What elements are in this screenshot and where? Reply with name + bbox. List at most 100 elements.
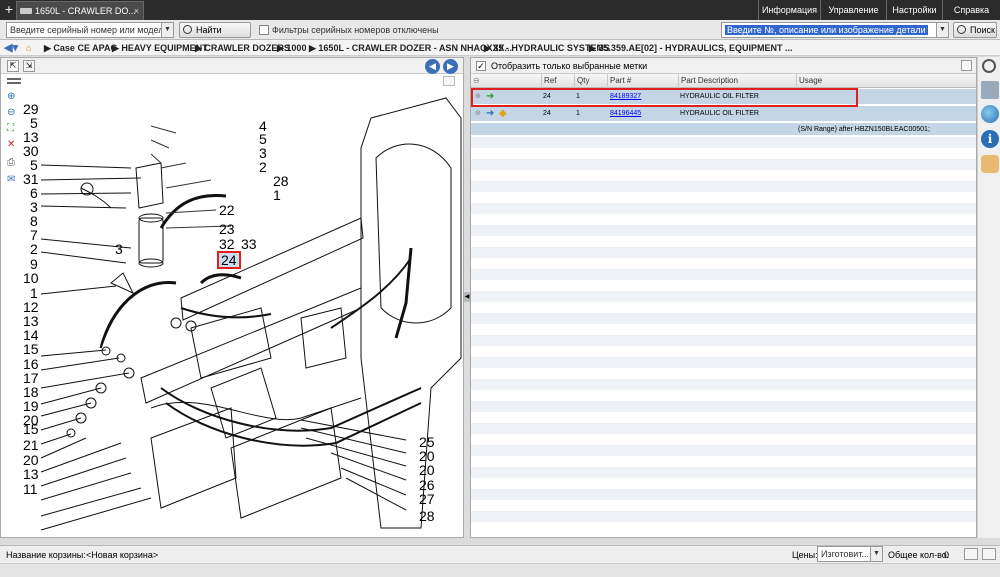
tab-active[interactable]: 1650L - CRAWLER DO... × (16, 1, 144, 20)
info-icon[interactable]: i (981, 130, 999, 148)
serial-model-combo[interactable]: Введите серийный номер или модель ▼ (6, 22, 174, 38)
column-ref[interactable]: Ref (541, 74, 556, 88)
callout[interactable]: 33 (241, 237, 257, 251)
callout[interactable]: 21 (23, 438, 39, 452)
callout[interactable]: 28 (273, 174, 289, 188)
callout[interactable]: 5 (259, 132, 267, 146)
menu-help[interactable]: Справка (942, 0, 1000, 20)
toolbar: Введите серийный номер или модель ▼ Найт… (0, 20, 1000, 49)
serial-input[interactable]: Введите серийный номер или модель (10, 25, 168, 35)
new-tab-button[interactable]: + (2, 1, 16, 17)
document-icon[interactable] (981, 81, 999, 99)
table-row[interactable]: ⊕ ➜ ◆ 24 1 84196445 HYDRAULIC OIL FILTER (471, 106, 976, 122)
column-description[interactable]: Part Description (678, 74, 738, 88)
table-empty-row (471, 335, 976, 346)
menu-settings[interactable]: Настройки (886, 0, 942, 20)
column-part[interactable]: Part # (607, 74, 631, 88)
callout[interactable]: 10 (23, 271, 39, 285)
callout[interactable]: 5 (30, 158, 38, 172)
callout[interactable]: 22 (219, 203, 235, 217)
table-empty-row (471, 522, 976, 533)
globe-icon[interactable] (981, 105, 999, 123)
callout[interactable]: 12 (23, 300, 39, 314)
callout[interactable]: 2 (30, 242, 38, 256)
collapse-icon[interactable]: ⊖ (471, 74, 489, 88)
breadcrumb-item[interactable]: ▶ 1000 (277, 40, 306, 56)
breadcrumb-item[interactable]: ▶ 35.359.AE[02] - HYDRAULICS, EQUIPMENT … (589, 40, 792, 56)
table-empty-row (471, 203, 976, 214)
callout[interactable]: 28 (419, 509, 435, 523)
callout[interactable]: 31 (23, 172, 39, 186)
callout[interactable]: 2 (259, 160, 267, 174)
callout-highlighted[interactable]: 24 (217, 251, 241, 269)
callout[interactable]: 6 (30, 186, 38, 200)
menu-info[interactable]: Информация (758, 0, 820, 20)
part-search-combo[interactable]: Введите №, описание или изображение дета… (721, 22, 949, 38)
callout[interactable]: 15 (23, 342, 39, 356)
close-icon[interactable]: × (134, 2, 139, 20)
callout[interactable]: 18 (23, 385, 39, 399)
callout[interactable]: 13 (23, 130, 39, 144)
breadcrumb-item[interactable]: ▶ 1650L - CRAWLER DOZER - ASN NHACXXX... (309, 40, 512, 56)
search-button[interactable]: Поиск (953, 22, 997, 38)
user-chat-icon[interactable] (981, 155, 999, 173)
callout[interactable]: 20 (23, 453, 39, 467)
selected-only-checkbox[interactable]: ✓ (476, 61, 486, 71)
callout[interactable]: 9 (30, 257, 38, 271)
callout[interactable]: 7 (30, 228, 38, 242)
expand-icon[interactable]: ⊕ (475, 106, 481, 122)
prices-select[interactable]: Изготовит... ▼ (817, 546, 883, 562)
callout[interactable]: 26 (419, 478, 435, 492)
table-empty-row (471, 511, 976, 522)
menu-manage[interactable]: Управление (820, 0, 886, 20)
chevron-down-icon[interactable]: ▼ (870, 547, 882, 561)
callout[interactable]: 20 (419, 463, 435, 477)
callout[interactable]: 5 (30, 116, 38, 130)
chevron-down-icon[interactable]: ▼ (936, 23, 948, 37)
callout[interactable]: 20 (419, 449, 435, 463)
find-model-button[interactable]: Найти модель (179, 22, 251, 49)
total-value: 0 (944, 550, 950, 560)
callout[interactable]: 14 (23, 328, 39, 342)
breadcrumb-item[interactable]: ▶ Case CE APAC (44, 40, 117, 56)
footer: Название корзины: <Новая корзина> Цены: … (0, 545, 1000, 563)
callout[interactable]: 8 (30, 214, 38, 228)
callout[interactable]: 16 (23, 357, 39, 371)
cart-view-icon[interactable] (964, 548, 978, 560)
callout[interactable]: 17 (23, 371, 39, 385)
callout[interactable]: 30 (23, 144, 39, 158)
column-usage[interactable]: Usage (796, 74, 976, 88)
serial-filter-checkbox[interactable] (259, 25, 269, 35)
table-empty-row (471, 236, 976, 247)
row-ref: 24 (543, 110, 551, 117)
callout[interactable]: 25 (419, 435, 435, 449)
callout[interactable]: 13 (23, 467, 39, 481)
cart-print-icon[interactable] (982, 548, 996, 560)
callout[interactable]: 19 (23, 399, 39, 413)
callout[interactable]: 3 (115, 242, 123, 256)
callout[interactable]: 23 (219, 222, 235, 236)
breadcrumb-item[interactable]: ▶ CRAWLER DOZERS (195, 40, 290, 56)
callout[interactable]: 15 (23, 422, 39, 436)
callout[interactable]: 11 (23, 482, 38, 496)
back-arrow-icon[interactable]: ◀▾ (4, 40, 18, 56)
part-number-link[interactable]: 84196445 (610, 110, 641, 117)
search-icon[interactable] (982, 59, 996, 73)
callout[interactable]: 27 (419, 492, 435, 506)
breadcrumb-item[interactable]: ▶ HEAVY EQUIPMENT (112, 40, 208, 56)
home-icon[interactable]: ⌂ (26, 40, 31, 56)
table-empty-row (471, 192, 976, 203)
chevron-down-icon[interactable]: ▼ (161, 23, 173, 37)
callout[interactable]: 3 (30, 200, 38, 214)
cart-name[interactable]: <Новая корзина> (86, 547, 158, 563)
callout[interactable]: 13 (23, 314, 39, 328)
add-to-cart-arrow-icon[interactable]: ➜ (486, 106, 494, 122)
callout[interactable]: 29 (23, 102, 39, 116)
part-search-input[interactable]: Введите №, описание или изображение дета… (725, 25, 928, 35)
export-icon[interactable] (961, 60, 972, 71)
callout[interactable]: 3 (259, 146, 267, 160)
callout[interactable]: 1 (273, 188, 281, 202)
callout[interactable]: 32 (219, 237, 235, 251)
column-qty[interactable]: Qty (574, 74, 589, 88)
callout[interactable]: 1 (30, 286, 38, 300)
